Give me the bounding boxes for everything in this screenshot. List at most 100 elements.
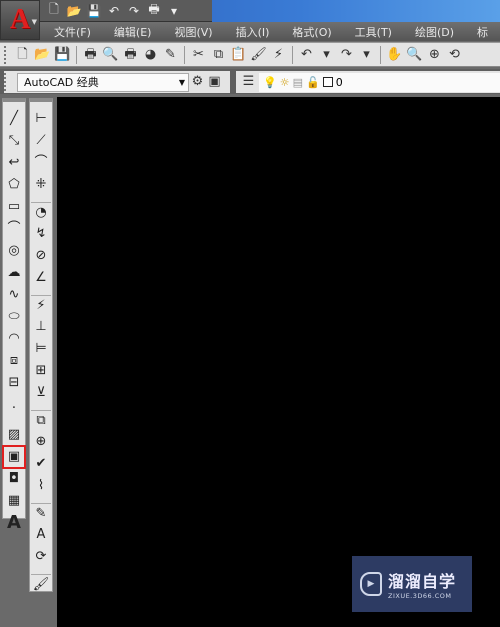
paste-icon[interactable]: 📋 [230, 46, 247, 64]
redo-dropdown-icon[interactable]: ▾ [358, 46, 375, 64]
chevron-down-icon: ▼ [178, 77, 185, 87]
play-logo-icon: ▶ [360, 572, 382, 596]
dim-edit-icon[interactable]: ✎ [31, 503, 51, 523]
multiline-text-icon[interactable]: A [4, 513, 24, 533]
revision-cloud-icon[interactable]: ☁ [4, 263, 24, 283]
ellipse-arc-icon[interactable]: ◠ [4, 329, 24, 349]
ordinate-icon[interactable]: ⁜ [31, 175, 51, 195]
angular-icon[interactable]: ∠ [31, 268, 51, 288]
linear-dim-icon[interactable]: ⊢ [31, 109, 51, 129]
undo-icon[interactable]: ↶ [106, 4, 122, 18]
block-editor-icon[interactable]: ⚡ [270, 46, 287, 64]
construction-line-icon[interactable]: ⤡ [4, 131, 24, 151]
line-icon[interactable]: ╱ [4, 109, 24, 129]
dim-text-edit-icon[interactable]: A [31, 525, 51, 545]
drawing-canvas[interactable] [57, 97, 500, 627]
zoom-previous-icon[interactable]: ⟲ [446, 46, 463, 64]
insert-block-icon[interactable]: ⧈ [4, 351, 24, 371]
workspace-toolbar: AutoCAD 经典 ▼ ⚙ ▣ [4, 71, 230, 93]
save-icon[interactable]: 💾 [86, 4, 102, 18]
toolbar-separator [76, 45, 77, 64]
continue-icon[interactable]: ⊨ [31, 339, 51, 359]
rectangle-icon[interactable]: ▭ [4, 197, 24, 217]
3d-dwf-icon[interactable]: ◕ [142, 46, 159, 64]
dim-style-icon[interactable]: 🖌 [31, 574, 51, 594]
menu-item[interactable]: 文件(F) [54, 24, 91, 40]
redo-icon[interactable]: ↷ [126, 4, 142, 18]
open-icon[interactable]: 📂 [66, 4, 82, 18]
menu-item[interactable]: 格式(O) [292, 24, 331, 40]
dim-update-icon[interactable]: ⟳ [31, 547, 51, 567]
inspection-icon[interactable]: ✔ [31, 454, 51, 474]
layer-select[interactable]: 💡 ☼ ▤ 🔓 0 [259, 72, 500, 92]
undo-icon[interactable]: ↶ [298, 46, 315, 64]
undo-dropdown-icon[interactable]: ▾ [318, 46, 335, 64]
clean-screen-icon[interactable]: ▣ [206, 73, 223, 91]
watermark-title: 溜溜自学 [388, 572, 457, 591]
menu-item[interactable]: 绘图(D) [415, 24, 454, 40]
region-icon[interactable]: ◘ [4, 469, 24, 489]
make-block-icon[interactable]: ⊟ [4, 373, 24, 393]
workspace-settings-icon[interactable]: ⚙ [189, 73, 206, 91]
dropdown-icon[interactable]: ▾ [166, 4, 182, 18]
cut-icon[interactable]: ✂ [190, 46, 207, 64]
plot-preview-icon[interactable]: 🔍 [102, 46, 119, 64]
zoom-window-icon[interactable]: ⊕ [426, 46, 443, 64]
pan-icon[interactable]: ✋ [386, 46, 403, 64]
new-icon[interactable]: 🗋 [46, 0, 62, 21]
polygon-icon[interactable]: ⬠ [4, 175, 24, 195]
viewport-freeze-icon: ▤ [292, 75, 303, 89]
baseline-icon[interactable]: ⊥ [31, 317, 51, 337]
save-icon[interactable]: 💾 [54, 46, 71, 64]
sun-icon: ☼ [279, 75, 290, 89]
dimension-toolbar: ⊢ ⟋ ⌒ ⁜ ◔ ↯ ⊘ ∠ ⚡ ⊥ ⊨ ⊞ ⊻ ⧉ ⊕ ✔ ⌇ ✎ A ⟳ 🖌 [29, 98, 53, 592]
aligned-dim-icon[interactable]: ⟋ [31, 131, 51, 151]
open-icon[interactable]: 📂 [34, 46, 51, 64]
autocad-logo: A [9, 4, 31, 35]
dim-space-icon[interactable]: ⊞ [31, 361, 51, 381]
publish-icon[interactable]: 🖶 [122, 46, 139, 64]
workspace-value: AutoCAD 经典 [24, 76, 99, 89]
spline-icon[interactable]: ∿ [4, 285, 24, 305]
arc-length-icon[interactable]: ⌒ [31, 153, 51, 173]
quick-access-toolbar: 🗋 📂 💾 ↶ ↷ 🖶 ▾ [40, 0, 212, 22]
application-menu-button[interactable]: A ▼ [0, 0, 40, 40]
menu-item[interactable]: 视图(V) [174, 24, 212, 40]
match-properties-icon[interactable]: 🖌 [250, 46, 267, 64]
new-icon[interactable]: 🗋 [14, 46, 31, 64]
tolerance-icon[interactable]: ⧉ [31, 410, 51, 430]
dim-break-icon[interactable]: ⊻ [31, 383, 51, 403]
hatch-icon[interactable]: ▨ [4, 425, 24, 445]
arc-icon[interactable]: ⌒ [4, 219, 24, 239]
toolbar-grip[interactable] [4, 73, 9, 91]
center-mark-icon[interactable]: ⊕ [31, 432, 51, 452]
point-icon[interactable]: · [4, 399, 24, 419]
redo-icon[interactable]: ↷ [338, 46, 355, 64]
plot-icon[interactable]: 🖶 [146, 0, 162, 21]
layer-properties-icon[interactable]: ☰ [240, 73, 257, 91]
menu-item[interactable]: 工具(T) [355, 24, 392, 40]
sheet-set-icon[interactable]: ✎ [162, 46, 179, 64]
ellipse-icon[interactable]: ⬭ [4, 307, 24, 327]
diameter-icon[interactable]: ⊘ [31, 246, 51, 266]
toolbar-grip[interactable] [4, 45, 9, 64]
plot-icon[interactable]: 🖶 [82, 46, 99, 64]
jogged-icon[interactable]: ↯ [31, 224, 51, 244]
lightbulb-icon: 💡 [263, 75, 277, 89]
polyline-icon[interactable]: ↩ [4, 153, 24, 173]
layers-toolbar: ☰ 💡 ☼ ▤ 🔓 0 [236, 71, 500, 93]
quick-dim-icon[interactable]: ⚡ [31, 295, 51, 315]
jogged-linear-icon[interactable]: ⌇ [31, 476, 51, 496]
menu-bar: 文件(F) 编辑(E) 视图(V) 插入(I) 格式(O) 工具(T) 绘图(D) 标 [0, 22, 500, 41]
gradient-icon[interactable]: ▣ [2, 445, 26, 469]
menu-item[interactable]: 编辑(E) [114, 24, 152, 40]
table-icon[interactable]: ▦ [4, 491, 24, 511]
workspace-select[interactable]: AutoCAD 经典 ▼ [17, 72, 189, 92]
circle-icon[interactable]: ◎ [4, 241, 24, 261]
menu-item[interactable]: 插入(I) [236, 24, 270, 40]
radius-icon[interactable]: ◔ [31, 202, 51, 222]
zoom-realtime-icon[interactable]: 🔍 [406, 46, 423, 64]
copy-icon[interactable]: ⧉ [210, 46, 227, 64]
current-layer: 0 [335, 75, 343, 89]
menu-item[interactable]: 标 [477, 24, 488, 40]
